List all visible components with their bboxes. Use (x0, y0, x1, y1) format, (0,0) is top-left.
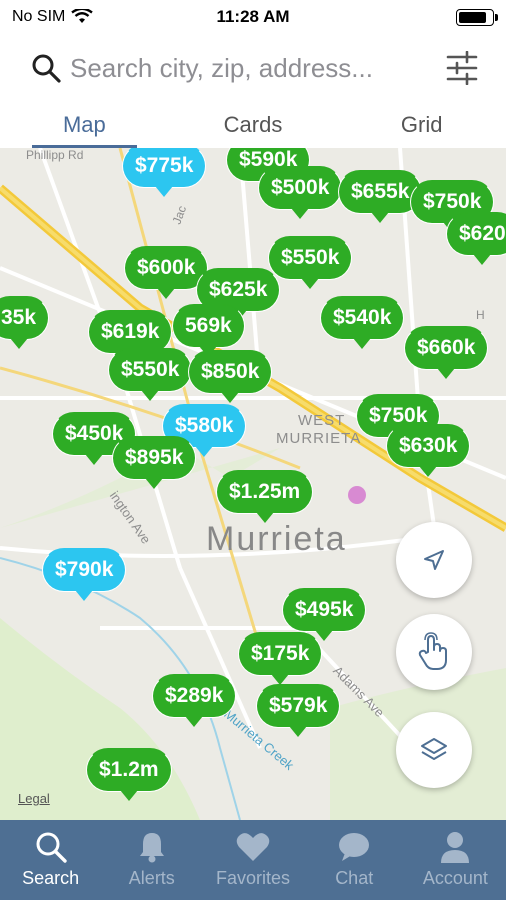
price-pin[interactable]: $895k (112, 436, 197, 489)
street-label: Phillipp Rd (26, 148, 84, 162)
hand-tap-icon (418, 632, 447, 670)
search-input[interactable] (70, 52, 442, 84)
tabbar-alerts[interactable]: Alerts (101, 820, 202, 900)
tabbar-label: Alerts (128, 868, 175, 888)
filter-button[interactable] (442, 48, 482, 88)
price-pin[interactable]: $550k (268, 236, 353, 289)
price-pin[interactable]: $1.2m (86, 748, 172, 801)
tabbar-label: Account (422, 868, 488, 888)
battery-fill (459, 11, 487, 23)
price-pin[interactable]: 35k (0, 296, 50, 349)
price-pin[interactable]: $775k (122, 148, 207, 197)
tabbar-label: Search (22, 868, 80, 888)
price-pin[interactable]: $495k (282, 588, 367, 641)
search-icon (32, 54, 61, 83)
price-pin[interactable]: $500k (258, 166, 343, 219)
person-icon (441, 832, 470, 863)
sliders-icon (446, 51, 478, 85)
price-pin[interactable]: $579k (256, 684, 341, 737)
price-pin[interactable]: $850k (188, 350, 273, 403)
tabbar-favorites[interactable]: Favorites (202, 820, 303, 900)
price-pin[interactable]: $540k (320, 296, 405, 349)
bottom-tab-bar: Search Alerts Favorites Chat Account (0, 820, 506, 900)
area-label: WEST (298, 412, 346, 429)
price-pin[interactable]: $620 (446, 212, 506, 265)
map-view[interactable]: Phillipp Rd Jac ington Ave Adams Ave Mur… (0, 148, 506, 820)
search-icon (36, 832, 67, 863)
carrier-label: No SIM (12, 8, 66, 25)
tab-cards[interactable]: Cards (169, 100, 338, 148)
locate-me-button[interactable] (396, 522, 472, 598)
area-label: MURRIETA (276, 430, 362, 447)
price-pin[interactable]: $550k (108, 348, 193, 401)
status-left: No SIM (12, 8, 94, 26)
wifi-icon (71, 9, 94, 23)
battery-icon (456, 8, 498, 26)
price-pin[interactable]: 569k (172, 304, 245, 357)
status-bar: No SIM 11:28 AM (0, 0, 506, 34)
tabbar-search[interactable]: Search (0, 820, 101, 900)
chat-icon (339, 833, 370, 861)
bell-icon (139, 833, 164, 863)
price-pin[interactable]: $1.25m (216, 470, 314, 523)
price-pin[interactable]: $790k (42, 548, 127, 601)
tab-grid[interactable]: Grid (337, 100, 506, 148)
location-arrow-icon (424, 550, 444, 570)
tabbar-label: Chat (335, 868, 374, 888)
price-pin[interactable]: $289k (152, 674, 237, 727)
map-layers-button[interactable] (396, 712, 472, 788)
tab-map[interactable]: Map (0, 100, 169, 148)
legal-link[interactable]: Legal (18, 791, 50, 806)
view-tabs: Map Cards Grid (0, 100, 506, 148)
tabbar-chat[interactable]: Chat (304, 820, 405, 900)
street-label: H (476, 308, 485, 322)
search-bar (0, 40, 506, 96)
heart-icon (236, 833, 270, 861)
layers-icon (421, 738, 447, 760)
tabbar-label: Favorites (215, 868, 291, 888)
price-pin[interactable]: $660k (404, 326, 489, 379)
city-label: Murrieta (206, 520, 347, 558)
price-pin[interactable]: $630k (386, 424, 471, 477)
price-pin[interactable]: $175k (238, 632, 323, 685)
tabbar-account[interactable]: Account (405, 820, 506, 900)
draw-area-button[interactable] (396, 614, 472, 690)
